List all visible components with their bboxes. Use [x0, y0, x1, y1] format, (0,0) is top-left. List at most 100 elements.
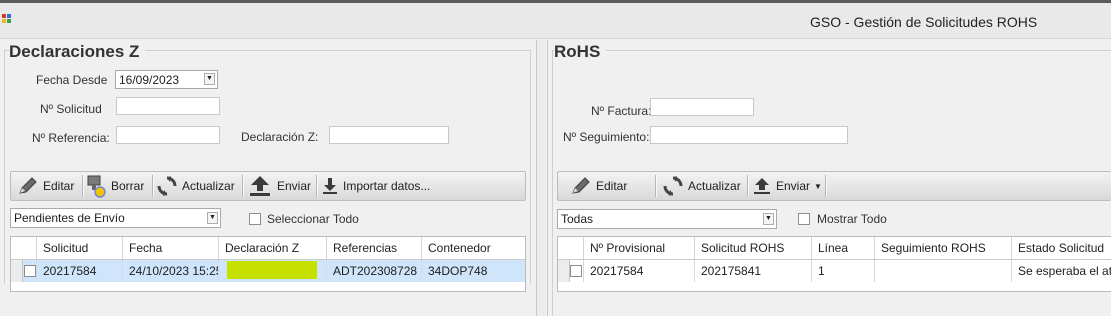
rohs-filter-value: Todas [561, 212, 594, 226]
enviar-dropdown-button[interactable]: Enviar ▼ [752, 172, 822, 200]
factura-input[interactable] [650, 98, 754, 116]
highlight-mark [227, 261, 317, 279]
seguimiento-label: Nº Seguimiento: [563, 130, 650, 144]
fecha-desde-value: 16/09/2023 [119, 73, 180, 87]
download-icon [323, 178, 337, 194]
group-title-declaraciones: Declaraciones Z [9, 42, 146, 62]
solicitud-input[interactable] [116, 97, 220, 115]
mostrar-todo-label: Mostrar Todo [817, 212, 887, 226]
cell-contenedor[interactable]: 34DOP748 [421, 260, 525, 282]
group-title-rohs: RoHS [554, 42, 607, 62]
table-row[interactable]: 20217584 24/10/2023 15:25 ADT202308728 3… [11, 260, 525, 282]
enviar-button[interactable]: Enviar [247, 172, 311, 200]
toolbar-separator [747, 175, 749, 197]
pencil-icon [572, 177, 590, 194]
mostrar-todo-checkbox[interactable] [798, 213, 810, 225]
declaracion-input[interactable] [329, 126, 449, 144]
borrar-button[interactable]: Borrar [85, 172, 144, 200]
window-title: GSO - Gestión de Solicitudes ROHS [810, 14, 1038, 30]
actualizar-label: Actualizar [182, 179, 235, 193]
column-header[interactable]: Declaración Z [218, 237, 326, 259]
row-checkbox[interactable] [570, 265, 582, 277]
grid-header-corner [558, 237, 583, 259]
toolbar-separator [825, 175, 827, 197]
toolbar-separator [655, 175, 657, 197]
group-border-left [552, 50, 553, 316]
chevron-down-icon[interactable]: ▼ [204, 73, 215, 85]
declaraciones-grid: Solicitud Fecha Declaración Z Referencia… [10, 236, 526, 292]
refresh-icon [663, 176, 683, 196]
fecha-desde-picker[interactable]: 16/09/2023 ▼ [115, 70, 218, 89]
group-border-top [552, 50, 1111, 51]
declaracion-label: Declaración Z: [241, 130, 319, 144]
row-header[interactable] [11, 260, 23, 282]
editar-button[interactable]: Editar [17, 172, 74, 200]
column-header[interactable]: Solicitud ROHS [694, 237, 811, 259]
referencia-input[interactable] [116, 126, 220, 144]
row-checkbox[interactable] [24, 265, 36, 277]
actualizar-label: Actualizar [688, 179, 741, 193]
column-header[interactable]: Contenedor [421, 237, 525, 259]
toolbar-separator [152, 175, 154, 197]
splitter[interactable] [537, 40, 546, 316]
group-border-right [530, 50, 531, 284]
estado-filter-combo[interactable]: Pendientes de Envío ▼ [10, 208, 221, 228]
rohs-filter-combo[interactable]: Todas ▼ [557, 209, 777, 229]
upload-icon [754, 178, 770, 194]
enviar-label: Enviar [277, 179, 312, 193]
column-header[interactable]: Seguimiento ROHS [874, 237, 1011, 259]
cell-solicitud[interactable]: 20217584 [36, 260, 122, 282]
column-header[interactable]: Estado Solicitud [1011, 237, 1111, 259]
upload-icon [250, 176, 270, 196]
grid-header: Solicitud Fecha Declaración Z Referencia… [11, 237, 525, 260]
seleccionar-todo-checkbox[interactable] [249, 213, 261, 225]
column-header[interactable]: Línea [811, 237, 874, 259]
table-row[interactable]: 20217584 202175841 1 Se esperaba el atri [558, 260, 1111, 282]
row-header[interactable] [558, 260, 570, 282]
column-header[interactable]: Solicitud [36, 237, 122, 259]
grid-header: Nº Provisional Solicitud ROHS Línea Segu… [558, 237, 1111, 260]
cell-seguimiento[interactable] [874, 260, 1011, 282]
cell-fecha[interactable]: 24/10/2023 15:25 [122, 260, 218, 282]
rohs-toolbar: Editar Actualizar Enviar ▼ [557, 171, 1111, 201]
cell-declaracion[interactable] [218, 260, 326, 282]
importar-datos-button[interactable]: Importar datos... [321, 172, 430, 200]
declaraciones-toolbar: Editar Borrar Actualizar Enviar Importar… [10, 171, 526, 201]
actualizar-button[interactable]: Actualizar [662, 172, 741, 200]
rohs-grid: Nº Provisional Solicitud ROHS Línea Segu… [557, 236, 1111, 292]
cell-solicitud-rohs[interactable]: 202175841 [694, 260, 811, 282]
group-border-left [4, 50, 5, 284]
toolbar-separator [316, 175, 318, 197]
importar-label: Importar datos... [343, 179, 431, 193]
referencia-label: Nº Referencia: [32, 131, 110, 145]
chevron-down-icon[interactable]: ▼ [207, 212, 218, 224]
window-top-border [0, 0, 1111, 3]
column-header[interactable]: Fecha [122, 237, 218, 259]
fecha-desde-label: Fecha Desde [36, 73, 108, 87]
dropdown-arrow-icon: ▼ [814, 181, 822, 191]
refresh-icon [157, 176, 177, 196]
grid-header-corner [11, 237, 36, 259]
factura-label: Nº Factura: [591, 104, 652, 118]
estado-filter-value: Pendientes de Envío [14, 211, 125, 225]
editar-button[interactable]: Editar [570, 172, 627, 200]
seguimiento-input[interactable] [650, 126, 848, 144]
pencil-icon [19, 177, 37, 194]
cell-provisional[interactable]: 20217584 [583, 260, 694, 282]
app-icon[interactable] [2, 14, 13, 24]
actualizar-button[interactable]: Actualizar [156, 172, 235, 200]
cell-referencias[interactable]: ADT202308728 [326, 260, 421, 282]
cell-linea[interactable]: 1 [811, 260, 874, 282]
borrar-label: Borrar [111, 179, 145, 193]
eraser-icon [87, 175, 106, 198]
chevron-down-icon[interactable]: ▼ [763, 213, 774, 225]
column-header[interactable]: Nº Provisional [583, 237, 694, 259]
cell-estado[interactable]: Se esperaba el atri [1011, 260, 1111, 282]
column-header[interactable]: Referencias [326, 237, 421, 259]
editar-label: Editar [596, 179, 628, 193]
toolbar-separator [242, 175, 244, 197]
editar-label: Editar [43, 179, 75, 193]
toolbar-separator [82, 175, 84, 197]
enviar-label: Enviar [776, 179, 811, 193]
seleccionar-todo-label: Seleccionar Todo [267, 212, 359, 226]
